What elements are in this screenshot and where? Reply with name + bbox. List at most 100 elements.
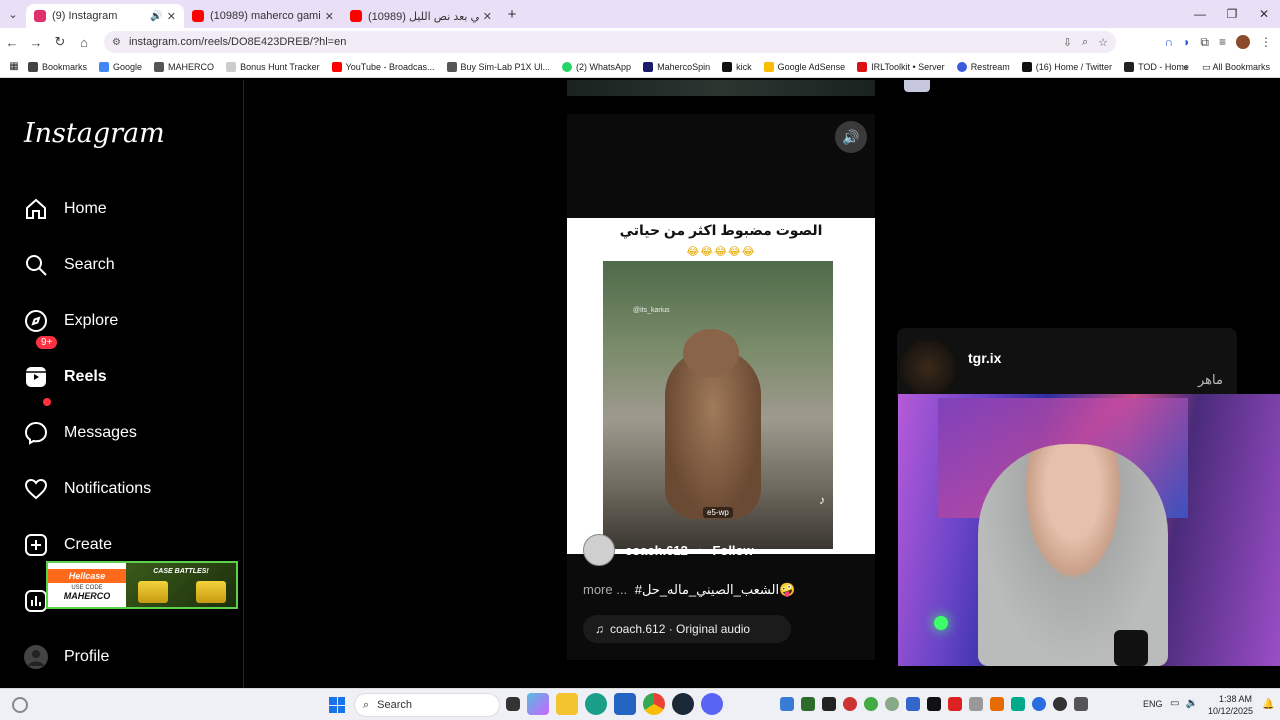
- tab-title: (9) Instagram: [52, 10, 118, 22]
- author-username[interactable]: coach.612: [625, 543, 688, 558]
- copilot-icon[interactable]: [527, 693, 549, 715]
- tray-app-icon[interactable]: [801, 697, 815, 711]
- all-bookmarks-button[interactable]: ▭ All Bookmarks: [1202, 62, 1270, 73]
- instagram-logo[interactable]: Instagram: [24, 118, 165, 149]
- tray-app-icon[interactable]: [948, 697, 962, 711]
- task-view-icon[interactable]: [506, 697, 520, 711]
- chest-icon: [138, 581, 168, 603]
- steam-tray-icon[interactable]: [1053, 697, 1067, 711]
- close-window-icon[interactable]: ✕: [1248, 0, 1280, 28]
- notification-bell-icon[interactable]: 🔔: [1262, 699, 1274, 710]
- new-tab-button[interactable]: +: [500, 6, 524, 23]
- tab-youtube[interactable]: (10989) maherco gaming - You ✕: [184, 4, 342, 28]
- tab-search-button[interactable]: ⌄: [0, 0, 26, 28]
- apps-grid-icon[interactable]: ▦: [0, 61, 28, 72]
- nav-profile[interactable]: Profile: [24, 645, 109, 669]
- close-icon[interactable]: ✕: [325, 10, 334, 23]
- tray-app-icon[interactable]: [927, 697, 941, 711]
- bookmark-item[interactable]: YouTube - Broadcas...: [331, 61, 435, 72]
- zoom-icon[interactable]: ⌕: [1082, 36, 1088, 49]
- star-icon[interactable]: ☆: [1098, 36, 1108, 49]
- store-icon[interactable]: [614, 693, 636, 715]
- home-icon[interactable]: ⌂: [72, 35, 96, 50]
- nav-reels[interactable]: Reels: [24, 365, 107, 389]
- chevron-right-icon[interactable]: »: [1183, 62, 1188, 72]
- bookmark-item[interactable]: Buy Sim-Lab P1X Ul...: [446, 61, 550, 72]
- widgets-icon[interactable]: [12, 697, 28, 713]
- nav-messages[interactable]: Messages: [24, 421, 137, 445]
- tray-app-icon[interactable]: [885, 697, 899, 711]
- tray-app-icon[interactable]: [822, 697, 836, 711]
- tab-instagram[interactable]: (9) Instagram 🔊 ✕: [26, 4, 184, 28]
- more-link[interactable]: more ...: [583, 582, 627, 597]
- bookmark-item[interactable]: Bookmarks: [28, 61, 87, 72]
- extension-icon[interactable]: ∩: [1165, 35, 1174, 49]
- bookmark-item[interactable]: Google AdSense: [763, 61, 845, 72]
- close-icon[interactable]: ✕: [483, 10, 492, 23]
- bookmark-item[interactable]: MAHERCO: [154, 61, 214, 72]
- profile-avatar-icon[interactable]: [1236, 35, 1250, 49]
- chrome-icon[interactable]: [643, 693, 665, 715]
- discord-icon[interactable]: [701, 693, 723, 715]
- install-icon[interactable]: ⇩: [1063, 36, 1072, 49]
- bookmark-item[interactable]: TOD - Home: [1124, 61, 1189, 72]
- site-info-icon[interactable]: ⚙: [112, 37, 121, 48]
- bookmark-item[interactable]: MahercoSpin: [643, 61, 710, 72]
- reload-icon[interactable]: ↻: [48, 34, 72, 50]
- reel-video-frame[interactable]: الصوت مضبوط اكثر من حياتي 😂😂😂😂😂 @its_kar…: [567, 218, 875, 554]
- edge-icon[interactable]: [585, 693, 607, 715]
- reel-caption[interactable]: more ... #الشعب_الصيني_ماله_حل🤪: [583, 582, 795, 598]
- input-language[interactable]: ENG: [1143, 699, 1163, 709]
- forward-icon[interactable]: →: [24, 35, 48, 50]
- steam-icon[interactable]: [672, 693, 694, 715]
- nav-home[interactable]: Home: [24, 197, 107, 221]
- volume-icon[interactable]: 🔊: [835, 121, 867, 153]
- minimize-icon[interactable]: —: [1184, 0, 1216, 28]
- kick-icon: [722, 61, 733, 72]
- chat-message: ماهر: [1198, 372, 1223, 387]
- author-avatar[interactable]: [583, 534, 615, 566]
- tray-app-icon[interactable]: [843, 697, 857, 711]
- microphone-icon[interactable]: [1074, 697, 1088, 711]
- nav-notifications[interactable]: Notifications: [24, 477, 151, 501]
- audio-pill[interactable]: ♫ coach.612 · Original audio: [583, 615, 791, 643]
- clock-date: 10/12/2025: [1208, 706, 1254, 716]
- tab-youtube-2[interactable]: العراقي بعد نص الليل (10989) ✕: [342, 4, 500, 28]
- bluetooth-icon[interactable]: [1032, 697, 1046, 711]
- menu-icon[interactable]: ⋮: [1260, 35, 1272, 49]
- extension-icon[interactable]: ◗: [1183, 35, 1190, 49]
- tray-app-icon[interactable]: [864, 697, 878, 711]
- back-icon[interactable]: ←: [0, 35, 24, 50]
- bookmark-item[interactable]: (16) Home / Twitter: [1021, 61, 1112, 72]
- quick-settings[interactable]: ▭ 🔉: [1170, 698, 1198, 709]
- tray-app-icon[interactable]: [969, 697, 983, 711]
- start-button[interactable]: [329, 697, 345, 713]
- address-bar[interactable]: ⚙ instagram.com/reels/DO8E423DREB/?hl=en…: [104, 31, 1116, 53]
- tray-app-icon[interactable]: [990, 697, 1004, 711]
- tray-app-icon[interactable]: [1011, 697, 1025, 711]
- caption-hashtag[interactable]: #الشعب_الصيني_ماله_حل🤪: [635, 582, 796, 597]
- file-explorer-icon[interactable]: [556, 693, 578, 715]
- puzzle-icon[interactable]: ⧉: [1200, 35, 1209, 50]
- nav-explore[interactable]: Explore: [24, 309, 118, 333]
- bookmark-item[interactable]: IRLToolkit • Server: [857, 61, 945, 72]
- bookmark-item[interactable]: Bonus Hunt Tracker: [226, 61, 320, 72]
- reel-video[interactable]: @its_karius e5-wp ♪: [603, 261, 833, 549]
- tray-app-icon[interactable]: [906, 697, 920, 711]
- close-icon[interactable]: ✕: [167, 10, 176, 23]
- tray-app-icon[interactable]: [780, 697, 794, 711]
- media-icon[interactable]: ≡: [1219, 35, 1226, 49]
- bookmark-item[interactable]: Google: [99, 61, 142, 72]
- follow-button[interactable]: Follow: [712, 543, 753, 558]
- speaker-icon[interactable]: 🔊: [150, 11, 162, 22]
- bookmark-item[interactable]: (2) WhatsApp: [562, 61, 631, 72]
- nav-create[interactable]: Create: [24, 533, 112, 557]
- taskbar-search[interactable]: ⌕ Search: [354, 693, 500, 717]
- bookmark-item[interactable]: Restream: [956, 61, 1010, 72]
- system-tray-apps: [780, 697, 1088, 711]
- restore-icon[interactable]: ❐: [1216, 0, 1248, 28]
- bookmark-item[interactable]: kick: [722, 61, 752, 72]
- nav-search[interactable]: Search: [24, 253, 115, 277]
- clock[interactable]: 1:38 AM 10/12/2025: [1208, 693, 1254, 717]
- heart-icon: [24, 478, 48, 500]
